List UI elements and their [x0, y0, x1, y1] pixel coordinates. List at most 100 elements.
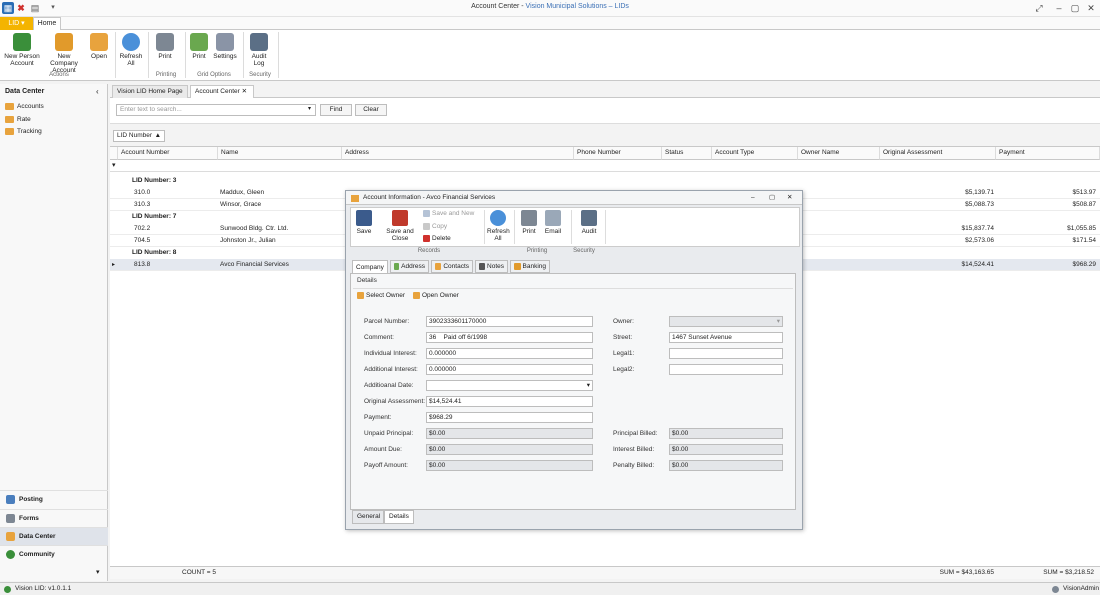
- tab-contacts[interactable]: Contacts: [431, 260, 473, 273]
- save-new-button[interactable]: Save and New: [423, 210, 474, 217]
- col-account-number[interactable]: Account Number: [118, 147, 218, 160]
- owner-dropdown-icon[interactable]: ▾: [777, 317, 780, 326]
- save-new-icon: [423, 210, 430, 217]
- group-actions: Actions: [49, 72, 69, 78]
- save-close-button[interactable]: Save and Close: [385, 210, 415, 242]
- ribbon-separator: [605, 210, 606, 244]
- home-tab[interactable]: Home: [33, 17, 61, 31]
- legal1-label: Legal1:: [613, 350, 635, 357]
- tree-item-accounts[interactable]: Accounts: [5, 103, 44, 110]
- new-company-account-button[interactable]: New Company Account: [43, 33, 85, 74]
- additional-date-field[interactable]: ▾: [426, 380, 593, 391]
- tab-general[interactable]: General: [352, 510, 384, 524]
- find-button[interactable]: Find: [320, 104, 352, 116]
- dialog-print-button[interactable]: Print: [519, 210, 539, 235]
- payment-field[interactable]: $968.29: [426, 412, 593, 423]
- tree-item-tracking[interactable]: Tracking: [5, 128, 42, 135]
- tree-item-rate[interactable]: Rate: [5, 116, 31, 123]
- dialog-email-button[interactable]: Email: [543, 210, 563, 235]
- payoff-amount-label: Payoff Amount:: [364, 462, 408, 469]
- tab-notes[interactable]: Notes: [475, 260, 508, 273]
- dialog-refresh-button[interactable]: Refresh All: [487, 210, 510, 242]
- nav-overflow-icon[interactable]: ▾: [96, 568, 100, 576]
- tab-details[interactable]: Details: [384, 510, 414, 524]
- filter-icon: ▾: [112, 162, 116, 169]
- nav-data-center[interactable]: Data Center: [0, 527, 108, 545]
- tab-account-center[interactable]: Account Center ✕: [190, 85, 254, 98]
- dialog-maximize-icon[interactable]: ▢: [769, 191, 775, 205]
- unpaid-principal-field: $0.00: [426, 428, 593, 439]
- tab-address[interactable]: Address: [390, 260, 429, 273]
- audit-eye-icon: [250, 33, 268, 51]
- copy-button[interactable]: Copy: [423, 223, 447, 230]
- save-close-icon: [392, 210, 408, 226]
- select-owner-button[interactable]: Select Owner: [357, 292, 405, 299]
- delete-button[interactable]: Delete: [423, 235, 451, 242]
- folder-icon: [5, 116, 14, 123]
- search-dropdown-icon[interactable]: ▾: [308, 105, 311, 112]
- interest-billed-field: $0.00: [669, 444, 783, 455]
- new-person-account-button[interactable]: New Person Account: [4, 33, 40, 67]
- open-button[interactable]: Open: [88, 33, 110, 60]
- legal1-field[interactable]: [669, 348, 783, 359]
- dialog-minimize-icon[interactable]: –: [751, 191, 755, 205]
- tab-home-page[interactable]: Vision LID Home Page ✕: [112, 85, 188, 106]
- additional-interest-field[interactable]: 0.000000: [426, 364, 593, 375]
- dialog-close-icon[interactable]: ✕: [787, 191, 792, 205]
- dialog-ribbon: Save Save and Close Save and New Copy De…: [350, 207, 800, 247]
- group-records: Records: [417, 248, 441, 254]
- tab-company[interactable]: Company: [352, 260, 388, 273]
- col-account-type[interactable]: Account Type: [712, 147, 798, 160]
- individual-interest-field[interactable]: 0.000000: [426, 348, 593, 359]
- legal2-field[interactable]: [669, 364, 783, 375]
- nav-community[interactable]: Community: [0, 545, 108, 563]
- col-original-assessment[interactable]: Original Assessment: [880, 147, 996, 160]
- col-status[interactable]: Status: [662, 147, 712, 160]
- maximize-icon[interactable]: ▢: [1068, 2, 1082, 14]
- save-button[interactable]: Save: [355, 210, 373, 235]
- community-icon: [6, 550, 15, 559]
- tab-banking[interactable]: Banking: [510, 260, 550, 273]
- original-assessment-field[interactable]: $14,524.41: [426, 396, 593, 407]
- amount-due-label: Amount Due:: [364, 446, 402, 453]
- close-tab-icon[interactable]: ✕: [242, 88, 247, 95]
- folder-icon: [5, 103, 14, 110]
- group-by-panel: LID Number ▲: [110, 124, 1100, 146]
- street-field[interactable]: 1467 Sunset Avenue: [669, 332, 783, 343]
- refresh-all-button[interactable]: Refresh All: [118, 33, 144, 67]
- refresh-icon: [490, 210, 506, 226]
- nav-forms[interactable]: Forms: [0, 509, 108, 527]
- comment-field[interactable]: 36 Paid off 6/1998: [426, 332, 593, 343]
- collapse-panel-icon[interactable]: ‹: [96, 87, 99, 96]
- dialog-body: Details Select Owner Open Owner Parcel N…: [350, 273, 796, 510]
- ribbon-separator: [571, 210, 572, 244]
- settings-button[interactable]: Settings: [212, 33, 238, 60]
- clear-button[interactable]: Clear: [355, 104, 387, 116]
- audit-log-button[interactable]: Audit Log: [248, 33, 270, 67]
- minimize-icon[interactable]: –: [1052, 2, 1066, 14]
- col-phone[interactable]: Phone Number: [574, 147, 662, 160]
- close-window-icon[interactable]: ✕: [1084, 2, 1098, 14]
- col-owner-name[interactable]: Owner Name: [798, 147, 880, 160]
- col-payment[interactable]: Payment: [996, 147, 1100, 160]
- grid-print-button[interactable]: Print: [188, 33, 210, 60]
- file-tab[interactable]: LID ▾: [0, 17, 33, 30]
- col-address[interactable]: Address: [342, 147, 574, 160]
- status-icon: [4, 586, 11, 593]
- owner-field[interactable]: ▾: [669, 316, 783, 327]
- print-button[interactable]: Print: [154, 33, 176, 60]
- group-row[interactable]: LID Number: 3: [110, 175, 1100, 187]
- search-input[interactable]: Enter text to search...: [116, 104, 316, 116]
- group-by-lid-number[interactable]: LID Number ▲: [113, 130, 165, 142]
- dialog-audit-button[interactable]: Audit: [579, 210, 599, 235]
- save-icon: [356, 210, 372, 226]
- legal2-label: Legal2:: [613, 366, 635, 373]
- date-dropdown-icon[interactable]: ▾: [587, 381, 590, 390]
- filter-row[interactable]: ▾: [110, 160, 1100, 172]
- parcel-number-field[interactable]: 3902333601170000: [426, 316, 593, 327]
- printer-icon: [156, 33, 174, 51]
- nav-posting[interactable]: Posting: [0, 490, 108, 508]
- open-owner-button[interactable]: Open Owner: [413, 292, 459, 299]
- col-name[interactable]: Name: [218, 147, 342, 160]
- fullscreen-icon[interactable]: ⤢: [1032, 2, 1046, 14]
